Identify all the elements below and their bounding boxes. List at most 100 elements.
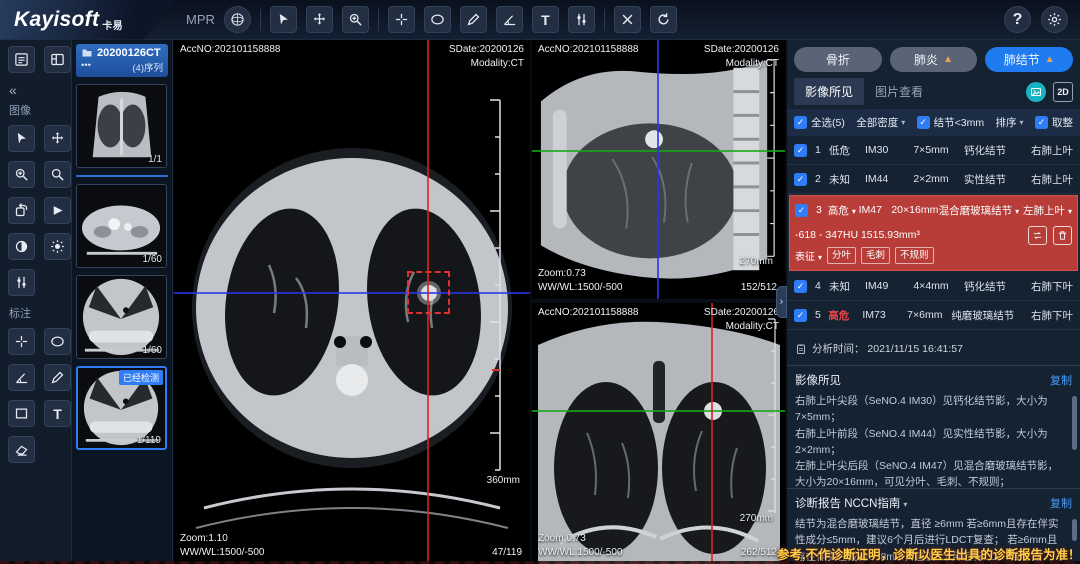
sagittal-study-info: SDate:20200126 Modality:CT (704, 43, 779, 71)
window-level-tool-button[interactable] (568, 6, 595, 33)
help-icon[interactable]: ? (1004, 6, 1031, 33)
nodule-row-1[interactable]: ✓ 1 低危 IM30 7×5mm 钙化结节 右肺上叶 (787, 136, 1080, 165)
settings-gear-icon[interactable] (1041, 6, 1068, 33)
clear-annotations-button[interactable] (614, 6, 641, 33)
delete-nodule-icon[interactable] (1053, 226, 1072, 245)
2d-view-toggle[interactable]: 2D (1053, 82, 1073, 102)
key-image-icon[interactable] (1026, 82, 1046, 102)
nodule-list: ✓ 1 低危 IM30 7×5mm 钙化结节 右肺上叶 ✓ 2 未知 IM44 … (787, 136, 1080, 330)
analysis-time-text: 分析时间： 2021/11/15 16:41:57 (812, 341, 963, 356)
pencil-measure-tool-button[interactable] (460, 6, 487, 33)
findings-section: 影像所见 复制 右肺上叶尖段（SeNO.4 IM30）见钙化结节影，大小为7×5… (787, 365, 1080, 488)
checkbox-checked-icon[interactable]: ✓ (794, 309, 807, 322)
sagittal-modality: Modality:CT (704, 57, 779, 71)
mpr-icon[interactable] (224, 6, 251, 33)
checkbox-checked-icon[interactable]: ✓ (794, 144, 807, 157)
pan-tool-button[interactable] (306, 6, 333, 33)
angle-tool-button[interactable] (496, 6, 523, 33)
trait-tag[interactable]: 不规则 (895, 247, 934, 264)
coronal-crosshair-vertical[interactable] (711, 303, 713, 564)
checkbox-checked-icon[interactable]: ✓ (795, 204, 808, 217)
checkbox-checked-icon[interactable]: ✓ (794, 280, 807, 293)
series-panel: 20200126CT •••(4)序列 1/1 1/60 1/60 已经检测 1… (72, 40, 173, 564)
zoom-in-tool-button[interactable] (8, 161, 35, 188)
folder-icon (81, 47, 93, 59)
series-thumbnail-lung-detected[interactable]: 已经检测 1/119 (76, 366, 167, 450)
checkbox-checked-icon[interactable]: ✓ (794, 173, 807, 186)
small-nodule-checkbox[interactable]: ✓结节<3mm (917, 115, 984, 130)
brightness-button[interactable] (44, 233, 71, 260)
nodule-risk-dropdown[interactable]: 高危▾ (828, 203, 859, 218)
window-level-sliders-button[interactable] (8, 269, 35, 296)
nodule-roi-box[interactable] (407, 271, 450, 314)
nodule-row-4[interactable]: ✓ 4 未知 IM49 4×4mm 钙化结节 右肺下叶 (787, 272, 1080, 301)
density-dropdown[interactable]: 全部密度▾ (856, 115, 905, 130)
thumbnail-index: 1/1 (148, 154, 162, 165)
rectangle-annotation-button[interactable] (8, 400, 35, 427)
report-list-icon[interactable] (8, 46, 35, 73)
axial-window-info: Zoom:1.10 WW/WL:1500/-500 (180, 532, 264, 560)
finding-line: 右肺上叶尖段（SeNO.4 IM30）见钙化结节影，大小为7×5mm； (795, 393, 1060, 426)
lung-nodule-mode-button[interactable]: 肺结节▲ (985, 47, 1073, 72)
nodule-image-no: IM47 (859, 204, 891, 216)
sagittal-crosshair-vertical[interactable] (657, 40, 659, 299)
trait-tag[interactable]: 毛刺 (861, 247, 890, 264)
nodule-row-5[interactable]: ✓ 5 高危 IM73 7×6mm 纯磨玻璃结节 右肺下叶 (787, 301, 1080, 330)
series-thumbnail-mediastinum[interactable]: 1/60 (76, 184, 167, 268)
text-tool-button[interactable]: T (532, 6, 559, 33)
coronal-crosshair-horizontal[interactable] (532, 410, 785, 412)
rotate-image-button[interactable] (8, 197, 35, 224)
nodule-location-dropdown[interactable]: 左肺上叶▾ (1019, 203, 1072, 218)
tab-image-view[interactable]: 图片查看 (864, 78, 934, 105)
toolbar-divider (378, 9, 379, 31)
checkbox-checked-icon: ✓ (794, 116, 807, 129)
nodule-type-dropdown[interactable]: 混合磨玻璃结节▾ (939, 203, 1020, 218)
fracture-mode-button[interactable]: 骨折 (794, 47, 882, 72)
trait-tag[interactable]: 分叶 (827, 247, 856, 264)
findings-scrollbar[interactable] (1072, 396, 1077, 450)
report-scrollbar[interactable] (1072, 519, 1077, 541)
panel-collapse-handle[interactable]: › (776, 286, 787, 318)
invert-contrast-button[interactable] (8, 233, 35, 260)
series-thumbnail-scout[interactable]: 1/1 (76, 84, 167, 168)
angle-annotation-button[interactable] (8, 364, 35, 391)
coronal-viewport[interactable]: AccNO:202101158888 SDate:20200126 Modali… (532, 303, 785, 564)
select-all-checkbox[interactable]: ✓全选(5) (794, 115, 845, 130)
text-annotation-button[interactable]: T (44, 400, 71, 427)
series-thumbnail-lung[interactable]: 1/60 (76, 275, 167, 359)
copy-report-link[interactable]: 复制 (1050, 495, 1072, 511)
pneumonia-mode-button[interactable]: 肺炎▲ (890, 47, 978, 72)
report-title-dropdown[interactable]: 诊断报告 NCCN指南▾ (795, 495, 907, 511)
more-dots-icon[interactable]: ••• (81, 60, 91, 74)
crosshair-annotation-button[interactable] (8, 328, 35, 355)
axial-viewport[interactable]: AccNO:202101158888 SDate:20200126 Modali… (174, 40, 530, 564)
pencil-annotation-button[interactable] (44, 364, 71, 391)
round-checkbox[interactable]: ✓取整 (1035, 115, 1073, 130)
magnify-tool-button[interactable] (44, 161, 71, 188)
pan-tool-button[interactable] (44, 125, 71, 152)
axial-ruler-label: 360mm (487, 475, 520, 486)
sort-dropdown[interactable]: 排序▾ (996, 115, 1024, 130)
sagittal-viewport[interactable]: AccNO:202101158888 SDate:20200126 Modali… (532, 40, 785, 301)
nodule-row-2[interactable]: ✓ 2 未知 IM44 2×2mm 实性结节 右肺上叶 (787, 165, 1080, 194)
copy-findings-link[interactable]: 复制 (1050, 372, 1072, 388)
eraser-annotation-button[interactable] (8, 436, 35, 463)
cine-play-button[interactable] (44, 197, 71, 224)
transfer-report-icon[interactable] (1028, 226, 1047, 245)
pointer-tool-button[interactable] (8, 125, 35, 152)
nodule-risk: 高危 (828, 205, 849, 217)
tab-findings[interactable]: 影像所见 (794, 78, 864, 105)
ellipse-tool-button[interactable] (424, 6, 451, 33)
study-header[interactable]: 20200126CT •••(4)序列 (76, 44, 168, 77)
collapse-sidebar-icon[interactable]: « (9, 82, 71, 98)
pointer-tool-button[interactable] (270, 6, 297, 33)
ellipse-annotation-button[interactable] (44, 328, 71, 355)
traits-dropdown[interactable]: 表征▾ (795, 248, 822, 263)
axial-crosshair-horizontal[interactable] (174, 292, 530, 294)
reset-view-button[interactable] (650, 6, 677, 33)
nodule-row-3-selected[interactable]: ✓ 3 高危▾ IM47 20×16mm 混合磨玻璃结节▾ 左肺上叶▾ -618… (789, 195, 1078, 271)
crosshair-tool-button[interactable] (388, 6, 415, 33)
series-layout-icon[interactable] (44, 46, 71, 73)
zoom-tool-button[interactable] (342, 6, 369, 33)
nodule-number: 2 (815, 173, 829, 185)
